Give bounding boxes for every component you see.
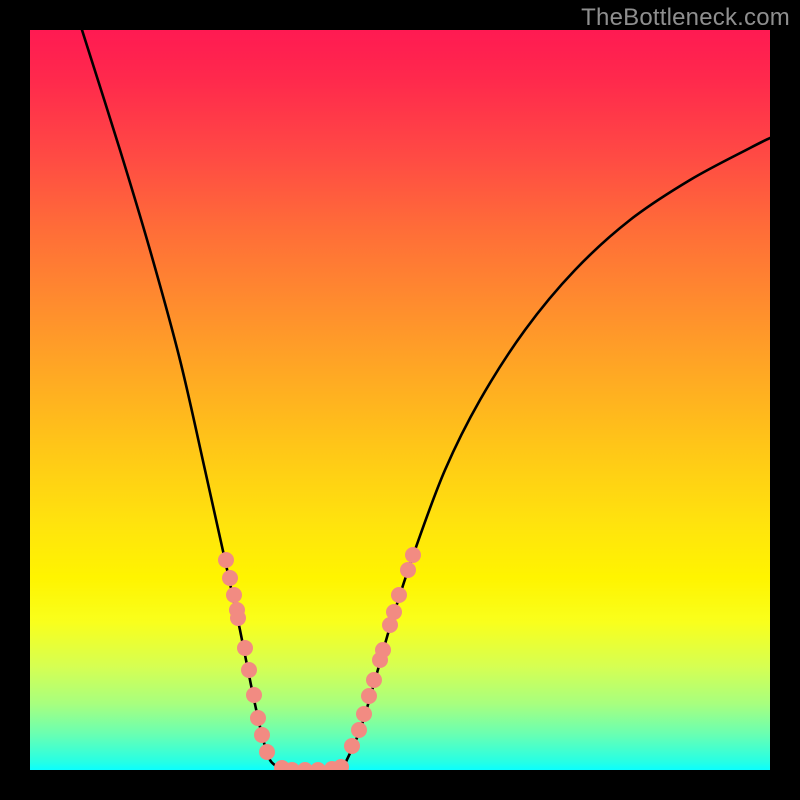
- data-marker: [386, 604, 402, 620]
- data-marker: [226, 587, 242, 603]
- data-marker: [405, 547, 421, 563]
- data-marker: [246, 687, 262, 703]
- data-marker: [400, 562, 416, 578]
- data-marker: [241, 662, 257, 678]
- data-marker: [344, 738, 360, 754]
- data-marker: [310, 762, 326, 770]
- data-marker: [375, 642, 391, 658]
- data-marker: [259, 744, 275, 760]
- right-curve-path: [343, 138, 770, 768]
- markers-group: [218, 547, 421, 770]
- chart-overlay-svg: [30, 30, 770, 770]
- data-marker: [237, 640, 253, 656]
- left-curve-path: [82, 30, 280, 768]
- chart-frame: TheBottleneck.com: [0, 0, 800, 800]
- data-marker: [361, 688, 377, 704]
- plot-area: [30, 30, 770, 770]
- data-marker: [218, 552, 234, 568]
- data-marker: [356, 706, 372, 722]
- attribution-text: TheBottleneck.com: [581, 4, 790, 32]
- data-marker: [351, 722, 367, 738]
- data-marker: [254, 727, 270, 743]
- data-marker: [222, 570, 238, 586]
- data-marker: [230, 610, 246, 626]
- data-marker: [250, 710, 266, 726]
- data-marker: [391, 587, 407, 603]
- data-marker: [366, 672, 382, 688]
